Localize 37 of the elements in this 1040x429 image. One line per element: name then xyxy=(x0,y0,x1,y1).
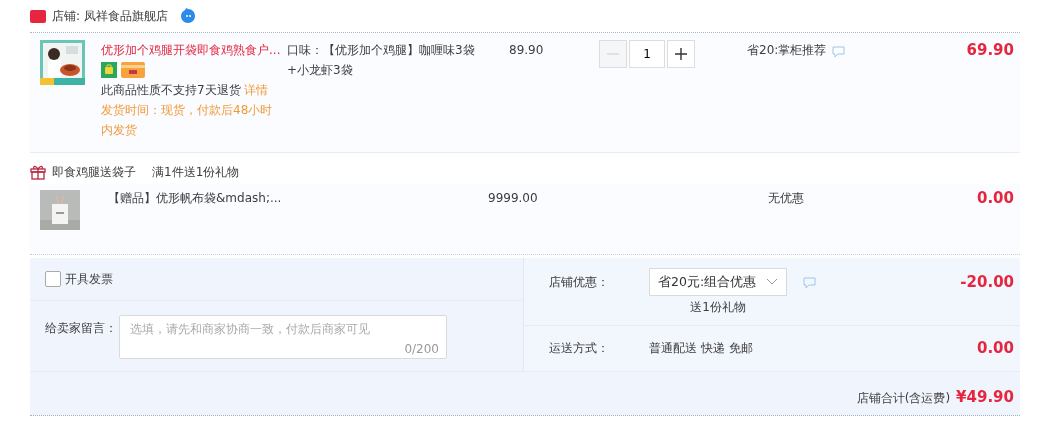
unit-price: 9999.00 xyxy=(488,190,539,206)
increase-button[interactable] xyxy=(667,40,695,68)
discount-text: 省20:掌柜推荐 xyxy=(747,42,827,59)
shipping-fee: 0.00 xyxy=(977,338,1015,359)
invoice-checkbox[interactable] xyxy=(45,271,61,287)
gift-title[interactable]: 【赠品】优形帆布袋&mdash;... xyxy=(108,190,488,206)
shop-total-label: 店铺合计(含运费) xyxy=(856,390,951,407)
chevron-down-icon xyxy=(766,278,779,286)
gift-promo-title: 即食鸡腿送袋子 xyxy=(52,163,136,181)
invoice-label: 开具发票 xyxy=(65,270,113,288)
shopping-bag-icon xyxy=(101,62,117,78)
comment-icon[interactable] xyxy=(803,277,817,289)
plus-icon xyxy=(675,48,687,60)
discount-text: 无优惠 xyxy=(768,190,804,206)
item-total: 0.00 xyxy=(977,190,1015,206)
quantity-field[interactable]: 1 xyxy=(629,40,665,68)
chat-icon[interactable] xyxy=(179,8,196,24)
shipping-method: 普通配送 快递 免邮 xyxy=(649,340,753,357)
unit-price: 89.90 xyxy=(509,42,545,59)
shop-name[interactable]: 店铺: 凤祥食品旗舰店 xyxy=(52,7,168,25)
shop-total-amount: ¥49.90 xyxy=(956,387,1015,407)
shipping-label: 运送方式： xyxy=(548,340,610,357)
character-counter: 0/200 xyxy=(404,342,439,356)
comment-icon[interactable] xyxy=(832,46,846,58)
shop-discount-label: 店铺优惠： xyxy=(548,274,610,291)
product-spec: 口味：【优形加个鸡腿】咖喱味3袋+小龙虾3袋 xyxy=(287,42,476,79)
item-total: 69.90 xyxy=(966,40,1015,60)
decrease-button[interactable] xyxy=(599,40,627,68)
gift-note: 送1份礼物 xyxy=(690,299,746,316)
discount-dropdown[interactable]: 省20元:组合优惠 xyxy=(649,268,788,296)
discount-amount: -20.00 xyxy=(960,272,1015,293)
delivery-time-text: 发货时间：现货，付款后48小时内发货 xyxy=(101,102,274,139)
card-icon xyxy=(121,62,145,78)
gift-rule: 满1件送1份礼物 xyxy=(152,163,240,181)
gift-icon xyxy=(30,164,46,180)
return-policy-text: 此商品性质不支持7天退货 详情 xyxy=(101,82,270,99)
message-label: 给卖家留言： xyxy=(45,320,117,337)
